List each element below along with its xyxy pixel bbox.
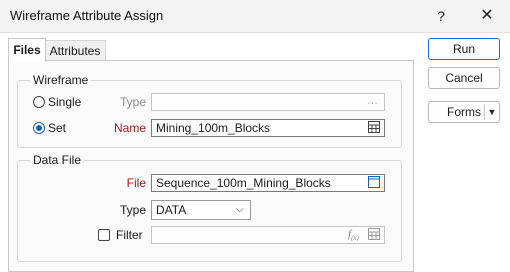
wireframe-type-field	[151, 93, 385, 111]
title-bar: Wireframe Attribute Assign ? ✕	[0, 0, 510, 33]
file-browse-icon[interactable]	[368, 176, 380, 191]
run-button[interactable]: Run	[428, 38, 500, 60]
data-file-label: File	[126, 176, 146, 190]
data-file-field[interactable]: Sequence_100m_Mining_Blocks	[151, 174, 385, 192]
close-button[interactable]: ✕	[474, 4, 500, 28]
cancel-button[interactable]: Cancel	[428, 67, 500, 89]
single-radio[interactable]	[33, 96, 45, 108]
set-radio[interactable]	[33, 122, 45, 134]
chevron-down-icon[interactable]: ⌵	[236, 204, 244, 215]
filter-label[interactable]: Filter	[116, 228, 143, 242]
tab-attributes[interactable]: Attributes	[44, 40, 106, 61]
filter-checkbox[interactable]	[98, 229, 110, 241]
table-icon	[368, 228, 380, 243]
ellipsis-icon: …	[367, 95, 378, 107]
single-radio-label[interactable]: Single	[48, 95, 81, 109]
tab-files[interactable]: Files	[8, 38, 46, 62]
wireframe-group	[17, 80, 402, 148]
wireframe-name-label: Name	[113, 121, 146, 135]
forms-dropdown-icon[interactable]: ▼	[486, 105, 498, 119]
help-button[interactable]: ?	[428, 4, 454, 28]
forms-divider	[484, 104, 485, 120]
set-radio-label[interactable]: Set	[48, 121, 66, 135]
wireframe-type-label: Type	[119, 95, 146, 109]
window-title: Wireframe Attribute Assign	[10, 8, 164, 23]
data-type-label: Type	[119, 203, 146, 217]
wireframe-name-field[interactable]: Mining_100m_Blocks	[151, 119, 385, 137]
fx-icon: f(x)	[348, 228, 359, 243]
table-icon[interactable]	[368, 121, 380, 136]
data-file-legend: Data File	[30, 153, 85, 167]
wireframe-legend: Wireframe	[30, 73, 92, 87]
